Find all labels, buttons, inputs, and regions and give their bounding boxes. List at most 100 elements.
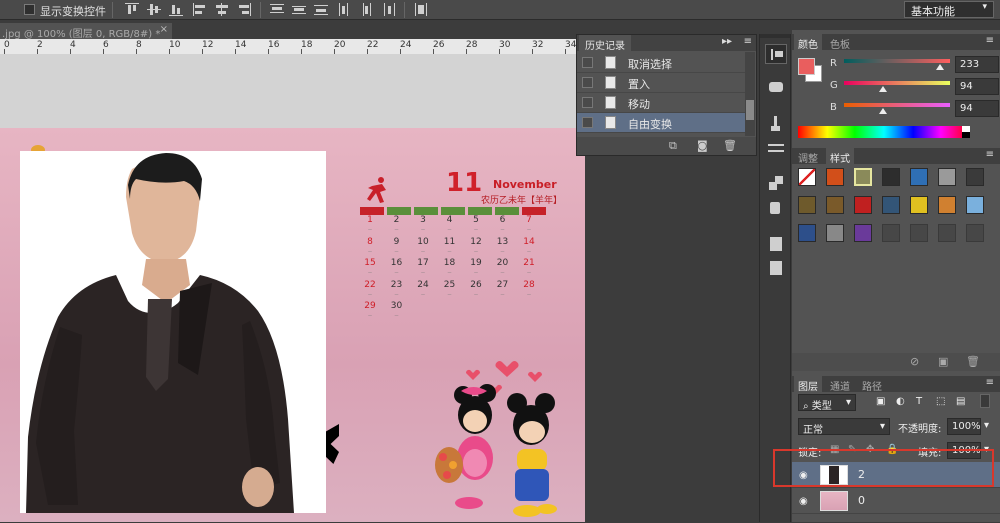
distribute-left-icon[interactable] xyxy=(338,3,352,16)
empty-style-slot[interactable] xyxy=(910,224,928,242)
chevron-down-icon[interactable]: ▾ xyxy=(984,420,989,431)
empty-style-slot[interactable] xyxy=(966,224,984,242)
distribute-right-icon[interactable] xyxy=(382,3,396,16)
brush-presets-icon[interactable] xyxy=(765,138,787,158)
slider-knob[interactable] xyxy=(879,108,888,114)
document-tab[interactable]: .jpg @ 100% (图层 0, RGB/8#) * × xyxy=(0,23,172,40)
distribute-top-icon[interactable] xyxy=(270,3,284,16)
history-source-checkbox[interactable] xyxy=(582,97,593,108)
panel-menu-icon[interactable]: ≡ xyxy=(986,377,994,388)
style-swatch[interactable] xyxy=(798,168,816,186)
style-swatch[interactable] xyxy=(826,224,844,242)
adjustments-tab[interactable]: 调整 xyxy=(794,148,822,165)
notes-icon[interactable] xyxy=(765,258,787,278)
style-swatch[interactable] xyxy=(826,168,844,186)
distribute-horizontal-center-icon[interactable] xyxy=(360,3,374,16)
history-state[interactable]: 置入 xyxy=(577,73,745,93)
workspace-switcher[interactable]: 基本功能 ▾ xyxy=(904,1,994,18)
filter-type-icon[interactable]: T xyxy=(916,396,922,407)
auto-align-layers-icon[interactable] xyxy=(414,3,428,16)
style-swatch[interactable] xyxy=(910,196,928,214)
dock-grip[interactable] xyxy=(760,34,790,38)
style-swatch[interactable] xyxy=(938,196,956,214)
style-swatch[interactable] xyxy=(826,196,844,214)
distribute-bottom-icon[interactable] xyxy=(314,3,328,16)
history-source-checkbox[interactable] xyxy=(582,117,593,128)
history-state[interactable]: 取消选择 xyxy=(577,53,745,73)
align-top-icon[interactable] xyxy=(125,3,139,16)
foreground-color-swatch[interactable] xyxy=(798,58,815,75)
history-source-checkbox[interactable] xyxy=(582,57,593,68)
eye-visibility-icon[interactable]: ◉ xyxy=(799,496,808,507)
panel-menu-icon[interactable]: ≡ xyxy=(744,36,752,47)
history-tab[interactable]: 历史记录 xyxy=(579,35,631,52)
swatches-tab[interactable]: 色板 xyxy=(826,34,854,51)
new-style-icon[interactable]: ▣ xyxy=(938,355,948,368)
style-swatch[interactable] xyxy=(882,168,900,186)
history-source-checkbox[interactable] xyxy=(582,77,593,88)
align-bottom-icon[interactable] xyxy=(169,3,183,16)
panel-menu-icon[interactable]: ≡ xyxy=(986,35,994,46)
channel-value-field[interactable]: 233 xyxy=(955,56,999,73)
history-scrollbar[interactable] xyxy=(745,52,755,136)
layer-name[interactable]: 0 xyxy=(858,494,865,507)
layer-filter-select[interactable]: ⌕ 类型 ▾ xyxy=(798,394,856,412)
trash-icon[interactable]: 🗑 xyxy=(723,139,737,152)
color-tab[interactable]: 颜色 xyxy=(794,34,822,51)
panel-menu-icon[interactable]: ≡ xyxy=(986,149,994,160)
paragraph-icon[interactable] xyxy=(765,234,787,254)
slider-knob[interactable] xyxy=(936,64,945,70)
align-horizontal-center-icon[interactable] xyxy=(215,3,229,16)
filter-toggle[interactable] xyxy=(980,394,990,408)
styles-tab[interactable]: 样式 xyxy=(826,148,854,165)
filter-smart-object-icon[interactable]: ▤ xyxy=(956,396,965,407)
black-white-ramp[interactable] xyxy=(962,126,970,138)
align-left-icon[interactable] xyxy=(193,3,207,16)
collapse-panel-icon[interactable]: ▸▸ xyxy=(722,36,732,47)
placed-photo-layer[interactable] xyxy=(20,151,326,513)
layers-tab[interactable]: 图层 xyxy=(794,376,822,393)
scrollbar-thumb[interactable] xyxy=(746,100,754,120)
channel-slider[interactable] xyxy=(844,81,950,85)
align-vertical-center-icon[interactable] xyxy=(147,3,161,16)
style-swatch[interactable] xyxy=(938,168,956,186)
style-swatch[interactable] xyxy=(798,196,816,214)
color-spectrum-bar[interactable] xyxy=(798,126,970,138)
empty-style-slot[interactable] xyxy=(938,224,956,242)
filter-shape-icon[interactable]: ⬚ xyxy=(936,396,945,407)
history-state[interactable]: 自由变换 xyxy=(577,113,745,133)
brush-icon[interactable] xyxy=(765,114,787,134)
channel-slider[interactable] xyxy=(844,103,950,107)
close-icon[interactable]: × xyxy=(160,24,168,35)
style-swatch[interactable] xyxy=(910,168,928,186)
style-swatch[interactable] xyxy=(854,196,872,214)
trash-icon[interactable]: 🗑 xyxy=(966,355,980,368)
channel-value-field[interactable]: 94 xyxy=(955,100,999,117)
properties-icon[interactable] xyxy=(765,78,787,98)
history-state[interactable]: 移动 xyxy=(577,93,745,113)
style-swatch[interactable] xyxy=(966,168,984,186)
opacity-field[interactable]: 100% xyxy=(947,418,981,435)
blend-mode-select[interactable]: 正常 ▾ xyxy=(798,418,890,436)
filter-adjustment-icon[interactable]: ◐ xyxy=(896,396,905,407)
distribute-vertical-center-icon[interactable] xyxy=(292,3,306,16)
empty-style-slot[interactable] xyxy=(882,224,900,242)
paths-tab[interactable]: 路径 xyxy=(858,376,886,393)
style-swatch[interactable] xyxy=(966,196,984,214)
filter-pixel-icon[interactable]: ▣ xyxy=(876,396,885,407)
clone-source-icon[interactable] xyxy=(765,174,787,194)
channel-slider[interactable] xyxy=(844,59,950,63)
character-icon[interactable] xyxy=(765,198,787,218)
layer-row[interactable]: ◉ 0 xyxy=(792,488,1000,514)
style-swatch[interactable] xyxy=(854,168,872,186)
channel-value-field[interactable]: 94 xyxy=(955,78,999,95)
style-swatch[interactable] xyxy=(854,224,872,242)
channels-tab[interactable]: 通道 xyxy=(826,376,854,393)
camera-snapshot-icon[interactable]: ◙ xyxy=(697,139,708,152)
history-panel-icon[interactable] xyxy=(765,44,787,64)
slider-knob[interactable] xyxy=(879,86,888,92)
new-document-from-state-icon[interactable]: ⧉ xyxy=(669,139,677,153)
clear-style-icon[interactable]: ⊘ xyxy=(910,355,919,368)
align-right-icon[interactable] xyxy=(237,3,251,16)
show-transform-controls-checkbox[interactable] xyxy=(24,4,35,15)
